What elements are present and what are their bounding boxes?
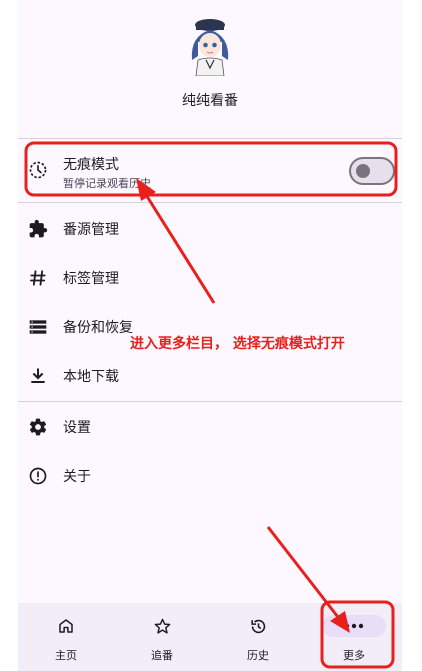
divider: [18, 138, 402, 139]
info-icon: [29, 467, 47, 485]
avatar: [191, 19, 229, 76]
menu-item-label: 标签管理: [63, 271, 119, 287]
nav-item-follow[interactable]: 追番: [114, 603, 210, 671]
menu-item-label: 番源管理: [63, 222, 119, 238]
menu-item-about[interactable]: 关于: [18, 452, 402, 500]
more-icon: [322, 615, 386, 637]
download-icon: [31, 368, 45, 383]
storage-icon: [29, 320, 47, 334]
incognito-clock-icon: [29, 161, 47, 179]
menu-item-label: 备份和恢复: [63, 320, 133, 336]
puzzle-icon: [29, 219, 48, 238]
menu-item-local-download[interactable]: 本地下载: [18, 352, 402, 400]
menu-item-tag-manage[interactable]: 标签管理: [18, 254, 402, 302]
menu-item-label: 本地下载: [63, 369, 119, 385]
divider: [18, 202, 402, 203]
nav-item-more[interactable]: 更多: [306, 603, 402, 671]
history-icon: [242, 615, 274, 637]
incognito-subtitle: 暂停记录观看历史: [63, 177, 151, 190]
nav-label: 追番: [151, 649, 173, 662]
bottom-navigation: 主页 追番 历史 更多: [18, 603, 402, 671]
menu-item-source-manage[interactable]: 番源管理: [18, 205, 402, 253]
nav-item-history[interactable]: 历史: [210, 603, 306, 671]
incognito-title: 无痕模式: [63, 157, 119, 173]
incognito-toggle[interactable]: [349, 157, 395, 185]
menu-item-label: 设置: [63, 420, 91, 436]
divider: [18, 401, 402, 402]
nav-label: 主页: [55, 649, 77, 662]
app-name: 纯纯看番: [182, 93, 238, 109]
nav-label: 更多: [343, 649, 365, 662]
toggle-knob: [356, 164, 370, 178]
home-icon: [50, 615, 82, 637]
nav-label: 历史: [247, 649, 269, 662]
profile-header: 纯纯看番: [18, 0, 402, 138]
menu-item-label: 关于: [63, 469, 91, 485]
annotation-text: 进入更多栏目， 选择无痕模式打开: [130, 336, 345, 352]
menu-item-settings[interactable]: 设置: [18, 403, 402, 451]
hashtag-icon: [30, 270, 46, 286]
gear-icon: [29, 418, 47, 436]
nav-item-home[interactable]: 主页: [18, 603, 114, 671]
star-icon: [146, 615, 178, 637]
